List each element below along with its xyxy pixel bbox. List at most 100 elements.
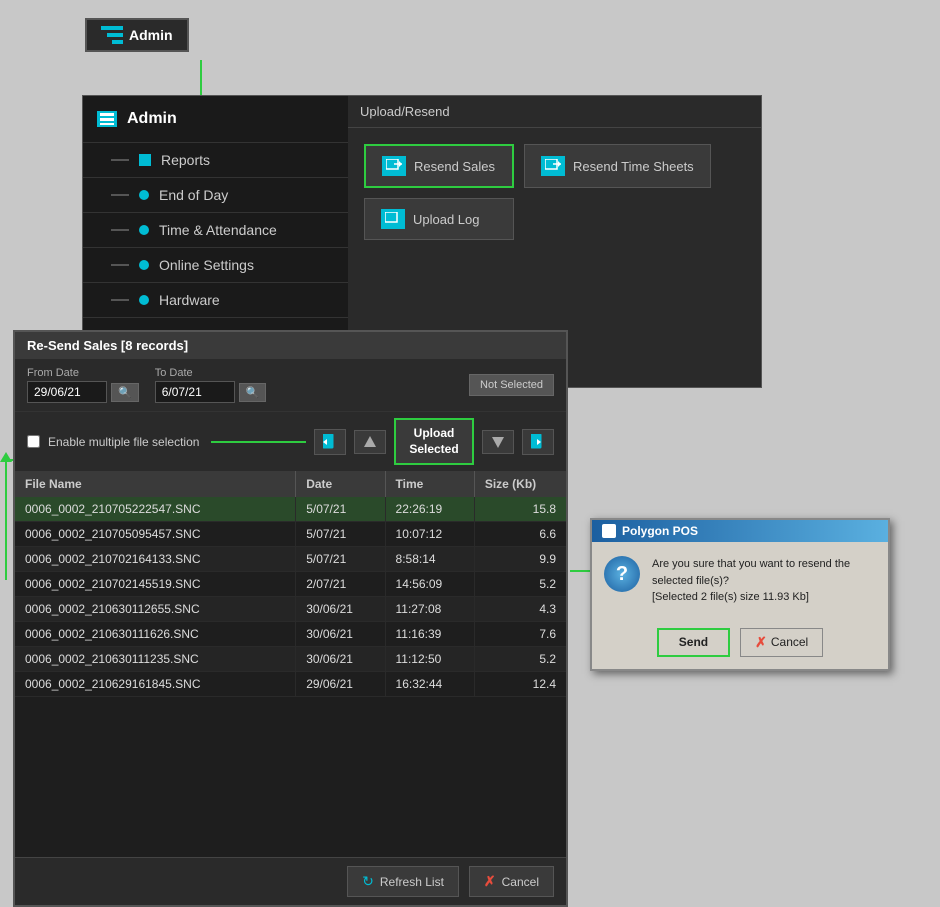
square-icon xyxy=(139,154,151,166)
upload-log-label: Upload Log xyxy=(413,212,480,227)
dot-icon xyxy=(139,190,149,200)
dialog-title-text: Polygon POS xyxy=(622,524,698,538)
to-date-label: To Date xyxy=(155,367,267,379)
cell-date: 5/07/21 xyxy=(296,497,385,522)
cell-time: 16:32:44 xyxy=(385,672,474,697)
cell-filename: 0006_0002_210630111235.SNC xyxy=(15,647,296,672)
from-date-input[interactable] xyxy=(27,381,107,403)
cell-time: 14:56:09 xyxy=(385,572,474,597)
cancel-button[interactable]: ✗ Cancel xyxy=(469,866,554,897)
scroll-up-button[interactable] xyxy=(354,430,386,454)
col-header-time: Time xyxy=(385,471,474,497)
nav-right-button[interactable] xyxy=(522,429,554,455)
table-row[interactable]: 0006_0002_210629161845.SNC 29/06/21 16:3… xyxy=(15,672,566,697)
sidebar-item-label: End of Day xyxy=(159,187,228,203)
cancel-x-icon: ✗ xyxy=(484,873,496,890)
from-date-search-button[interactable]: 🔍 xyxy=(111,383,139,402)
cell-time: 8:58:14 xyxy=(385,547,474,572)
cell-size: 5.2 xyxy=(474,647,566,672)
col-header-date: Date xyxy=(296,471,385,497)
dot-icon xyxy=(139,260,149,270)
refresh-label: Refresh List xyxy=(380,875,444,889)
resend-panel-title: Re-Send Sales [8 records] xyxy=(15,332,566,359)
sidebar-item-label: Hardware xyxy=(159,292,220,308)
arrow-left-vertical xyxy=(5,460,7,580)
enable-arrow-line xyxy=(211,441,306,443)
dialog-cancel-x-icon: ✗ xyxy=(755,634,767,651)
upload-log-button[interactable]: Upload Log xyxy=(364,198,514,240)
dialog-message-text: Are you sure that you want to resend the… xyxy=(652,558,850,587)
cell-size: 12.4 xyxy=(474,672,566,697)
cell-filename: 0006_0002_210630112655.SNC xyxy=(15,597,296,622)
enable-multiple-checkbox[interactable] xyxy=(27,435,40,448)
cell-filename: 0006_0002_210629161845.SNC xyxy=(15,672,296,697)
col-header-filename: File Name xyxy=(15,471,296,497)
admin-top-button[interactable]: Admin xyxy=(85,18,189,52)
from-date-input-row: 🔍 xyxy=(27,381,139,403)
arrow-admin-to-panel xyxy=(200,60,202,100)
from-date-group: From Date 🔍 xyxy=(27,367,139,403)
cell-time: 22:26:19 xyxy=(385,497,474,522)
upload-resend-title: Upload/Resend xyxy=(348,96,761,128)
empty-rows-area xyxy=(15,697,566,857)
filters-row: From Date 🔍 To Date 🔍 Not Selected xyxy=(15,359,566,411)
to-date-input-row: 🔍 xyxy=(155,381,267,403)
to-date-input[interactable] xyxy=(155,381,235,403)
resend-sales-icon xyxy=(382,156,406,176)
resend-sales-button[interactable]: Resend Sales xyxy=(364,144,514,188)
table-row[interactable]: 0006_0002_210705222547.SNC 5/07/21 22:26… xyxy=(15,497,566,522)
cell-filename: 0006_0002_210702164133.SNC xyxy=(15,547,296,572)
upload-selected-button[interactable]: UploadSelected xyxy=(394,418,474,465)
dialog-cancel-label: Cancel xyxy=(771,635,808,649)
sidebar-item-label: Time & Attendance xyxy=(159,222,277,238)
cell-size: 5.2 xyxy=(474,572,566,597)
cell-filename: 0006_0002_210702145519.SNC xyxy=(15,572,296,597)
enable-multiple-label: Enable multiple file selection xyxy=(48,435,199,449)
dash-icon xyxy=(111,159,129,161)
sidebar-item-time-attendance[interactable]: Time & Attendance xyxy=(83,212,348,247)
dialog-body: ? Are you sure that you want to resend t… xyxy=(592,542,888,620)
upload-buttons-container: Resend Sales Resend Time Sheets xyxy=(348,128,761,256)
cell-size: 4.3 xyxy=(474,597,566,622)
table-row[interactable]: 0006_0002_210630111626.SNC 30/06/21 11:1… xyxy=(15,622,566,647)
dot-icon xyxy=(139,225,149,235)
scroll-down-button[interactable] xyxy=(482,430,514,454)
not-selected-button[interactable]: Not Selected xyxy=(469,374,554,396)
table-row[interactable]: 0006_0002_210630112655.SNC 30/06/21 11:2… xyxy=(15,597,566,622)
resend-timesheets-icon xyxy=(541,156,565,176)
resend-timesheets-button[interactable]: Resend Time Sheets xyxy=(524,144,711,188)
table-row[interactable]: 0006_0002_210630111235.SNC 30/06/21 11:1… xyxy=(15,647,566,672)
sidebar-item-reports[interactable]: Reports xyxy=(83,142,348,177)
sidebar-item-label: Online Settings xyxy=(159,257,254,273)
dash-icon xyxy=(111,264,129,266)
resend-sales-panel: Re-Send Sales [8 records] From Date 🔍 To… xyxy=(13,330,568,907)
cell-date: 30/06/21 xyxy=(296,622,385,647)
sidebar-item-end-of-day[interactable]: End of Day xyxy=(83,177,348,212)
resend-sales-label: Resend Sales xyxy=(414,159,495,174)
file-table: File Name Date Time Size (Kb) 0006_0002_… xyxy=(15,471,566,697)
cell-date: 29/06/21 xyxy=(296,672,385,697)
cell-date: 30/06/21 xyxy=(296,597,385,622)
sidebar-item-hardware[interactable]: Hardware xyxy=(83,282,348,317)
cell-date: 2/07/21 xyxy=(296,572,385,597)
bottom-buttons-row: ↻ Refresh List ✗ Cancel xyxy=(15,857,566,905)
admin-title-icon xyxy=(97,111,117,127)
table-row[interactable]: 0006_0002_210702164133.SNC 5/07/21 8:58:… xyxy=(15,547,566,572)
col-header-size: Size (Kb) xyxy=(474,471,566,497)
cell-date: 5/07/21 xyxy=(296,547,385,572)
cell-time: 11:27:08 xyxy=(385,597,474,622)
cell-filename: 0006_0002_210630111626.SNC xyxy=(15,622,296,647)
dash-icon xyxy=(111,194,129,196)
dash-icon xyxy=(111,229,129,231)
table-row[interactable]: 0006_0002_210705095457.SNC 5/07/21 10:07… xyxy=(15,522,566,547)
cell-size: 15.8 xyxy=(474,497,566,522)
cell-time: 11:16:39 xyxy=(385,622,474,647)
dialog-cancel-button[interactable]: ✗ Cancel xyxy=(740,628,823,657)
sidebar-item-online-settings[interactable]: Online Settings xyxy=(83,247,348,282)
table-row[interactable]: 0006_0002_210702145519.SNC 2/07/21 14:56… xyxy=(15,572,566,597)
to-date-search-button[interactable]: 🔍 xyxy=(239,383,267,402)
nav-left-button[interactable] xyxy=(314,429,346,455)
refresh-list-button[interactable]: ↻ Refresh List xyxy=(347,866,459,897)
dialog-send-button[interactable]: Send xyxy=(657,628,730,657)
dot-icon xyxy=(139,295,149,305)
